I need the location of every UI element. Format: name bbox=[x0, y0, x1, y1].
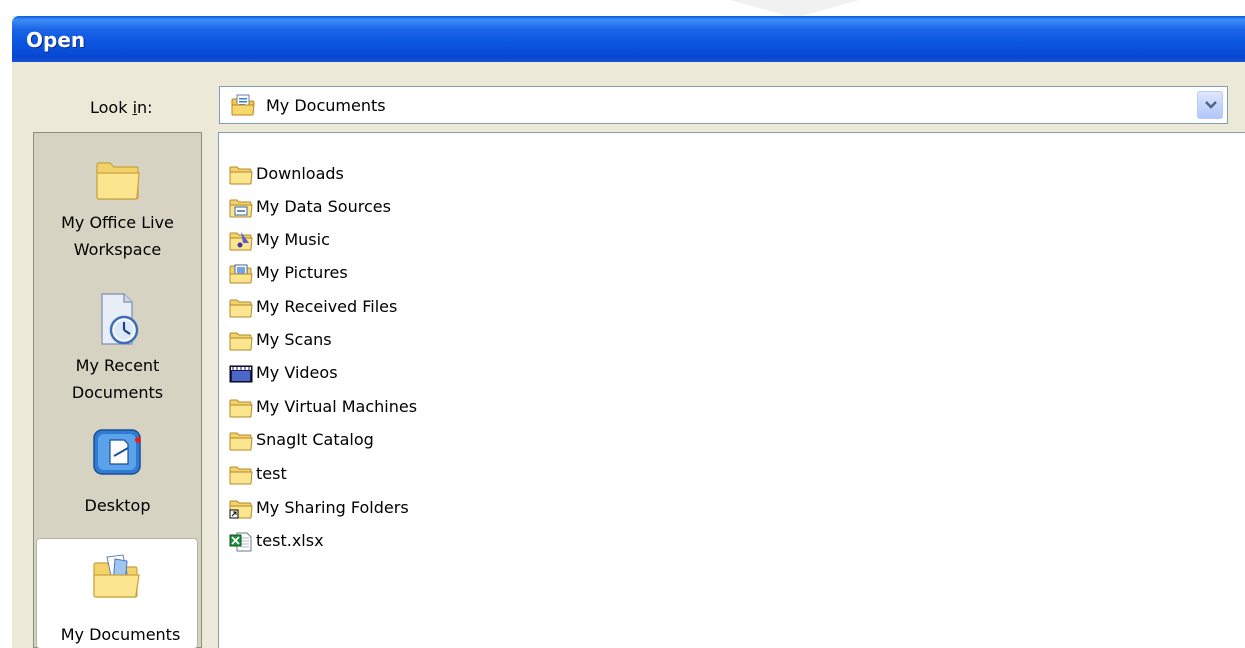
look-in-label-suffix: n: bbox=[137, 98, 153, 117]
place-label: Documents bbox=[71, 383, 164, 402]
look-in-label-prefix: Look bbox=[90, 98, 133, 117]
place-my-recent-documents[interactable]: My Recent Documents bbox=[34, 288, 201, 413]
videos-folder-icon bbox=[229, 364, 253, 384]
places-bar: My Office Live Workspace My Recent Docum… bbox=[33, 132, 202, 648]
place-label: Workspace bbox=[73, 240, 162, 259]
look-in-label: Look in: bbox=[90, 98, 153, 117]
list-item[interactable]: My Received Files bbox=[229, 292, 629, 322]
folder-icon bbox=[229, 398, 253, 418]
folder-icon bbox=[229, 431, 253, 451]
file-name: My Videos bbox=[256, 363, 338, 382]
list-item[interactable]: Downloads bbox=[229, 159, 629, 189]
open-dialog: Open Look in: My Documents My Office Liv… bbox=[12, 16, 1245, 648]
file-name: My Scans bbox=[256, 330, 332, 349]
folder-icon bbox=[229, 165, 253, 185]
folder-icon bbox=[229, 465, 253, 485]
file-name: My Virtual Machines bbox=[256, 397, 418, 416]
desktop-icon bbox=[88, 426, 148, 484]
recent-documents-icon bbox=[92, 290, 144, 354]
place-desktop[interactable]: Desktop bbox=[34, 418, 201, 523]
place-label: My Recent bbox=[75, 356, 160, 375]
file-name: SnagIt Catalog bbox=[256, 430, 374, 449]
excel-file-icon bbox=[229, 532, 253, 552]
file-name: My Received Files bbox=[256, 297, 398, 316]
list-item[interactable]: My Scans bbox=[229, 325, 629, 355]
my-documents-icon bbox=[230, 93, 256, 117]
list-item[interactable]: test bbox=[229, 459, 629, 489]
list-item[interactable]: My Data Sources bbox=[229, 192, 629, 222]
folder-icon bbox=[229, 298, 253, 318]
music-folder-icon bbox=[229, 231, 253, 251]
file-name: My Music bbox=[256, 230, 330, 249]
list-item[interactable]: SnagIt Catalog bbox=[229, 425, 629, 455]
file-name: test bbox=[256, 464, 287, 483]
dialog-title: Open bbox=[26, 28, 86, 52]
list-item[interactable]: My Videos bbox=[229, 358, 629, 388]
folder-icon bbox=[229, 331, 253, 351]
shortcut-folder-icon bbox=[229, 499, 253, 519]
top-strip bbox=[0, 0, 1245, 16]
file-name: My Sharing Folders bbox=[256, 498, 409, 517]
file-name: Downloads bbox=[256, 164, 344, 183]
list-item[interactable]: test.xlsx bbox=[229, 526, 629, 556]
list-item[interactable]: My Sharing Folders bbox=[229, 493, 629, 523]
file-name: My Pictures bbox=[256, 263, 348, 282]
dropdown-button[interactable] bbox=[1197, 91, 1223, 119]
chevron-down-icon bbox=[1205, 101, 1217, 109]
file-list[interactable]: Downloads My Data Sources My Music My Pi… bbox=[218, 132, 1245, 648]
look-in-combobox[interactable]: My Documents bbox=[219, 86, 1228, 124]
place-my-office-live-workspace[interactable]: My Office Live Workspace bbox=[34, 147, 201, 285]
list-item[interactable]: My Music bbox=[229, 225, 629, 255]
data-sources-folder-icon bbox=[229, 198, 253, 218]
look-in-value: My Documents bbox=[266, 96, 386, 115]
place-label: My Documents bbox=[60, 625, 181, 644]
place-label: My Office Live bbox=[61, 213, 174, 232]
title-bar[interactable]: Open bbox=[12, 16, 1245, 62]
file-name: My Data Sources bbox=[256, 197, 391, 216]
file-name: test.xlsx bbox=[256, 531, 324, 550]
my-documents-icon bbox=[89, 553, 145, 607]
list-item[interactable]: My Virtual Machines bbox=[229, 392, 629, 422]
folder-icon bbox=[92, 155, 144, 209]
pictures-folder-icon bbox=[229, 264, 253, 284]
list-item[interactable]: My Pictures bbox=[229, 258, 629, 288]
place-my-documents[interactable]: My Documents bbox=[36, 538, 198, 648]
place-label: Desktop bbox=[84, 496, 151, 515]
